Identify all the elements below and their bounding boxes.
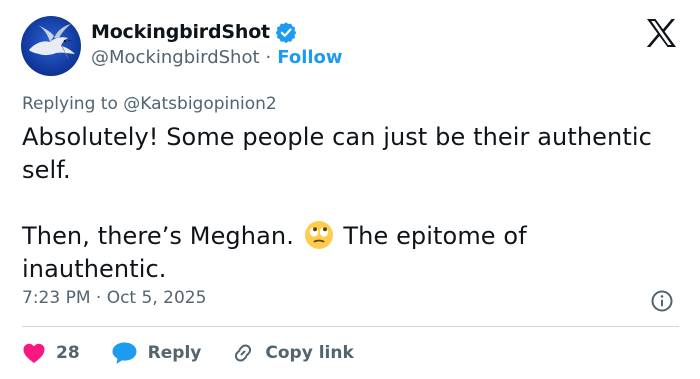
reply-bubble-icon xyxy=(112,342,137,364)
divider xyxy=(22,326,679,327)
replying-to: Replying to @Katsbigopinion2 xyxy=(22,94,277,114)
display-name[interactable]: MockingbirdShot xyxy=(91,21,270,43)
x-logo-icon[interactable] xyxy=(645,18,677,48)
tweet-line-2-start: Then, there’s Meghan. xyxy=(22,222,294,250)
link-icon xyxy=(235,344,252,362)
like-button[interactable]: 28 xyxy=(22,342,80,364)
copy-link-label: Copy link xyxy=(265,343,354,363)
replying-to-label: Replying to xyxy=(22,94,118,114)
reply-mention-link[interactable]: @Katsbigopinion2 xyxy=(123,94,277,114)
tweet-embed-card: MockingbirdShot @MockingbirdShot · Follo… xyxy=(0,0,700,379)
tweet-line-1: Absolutely! Some people can just be thei… xyxy=(22,123,652,184)
tweet-timestamp[interactable]: 7:23 PM · Oct 5, 2025 xyxy=(22,288,206,308)
separator-dot: · xyxy=(265,47,272,68)
tweet-text: Absolutely! Some people can just be thei… xyxy=(22,121,662,286)
info-icon[interactable] xyxy=(650,289,674,313)
handle-row: @MockingbirdShot · Follow xyxy=(91,47,343,68)
rolling-eyes-emoji-icon xyxy=(304,220,334,250)
reply-label: Reply xyxy=(147,343,202,363)
action-bar: 28 Reply Copy link xyxy=(22,340,354,366)
verified-badge-icon xyxy=(275,21,297,44)
reply-button[interactable]: Reply xyxy=(111,341,202,365)
user-handle[interactable]: @MockingbirdShot xyxy=(91,47,260,68)
like-count: 28 xyxy=(56,343,80,363)
avatar[interactable] xyxy=(21,16,81,76)
name-row: MockingbirdShot xyxy=(91,21,297,44)
heart-icon xyxy=(23,343,45,363)
copy-link-button[interactable]: Copy link xyxy=(231,341,354,365)
tweet-line-2: Then, there’s Meghan. The epitome of ina… xyxy=(22,220,662,286)
follow-button[interactable]: Follow xyxy=(277,47,342,68)
